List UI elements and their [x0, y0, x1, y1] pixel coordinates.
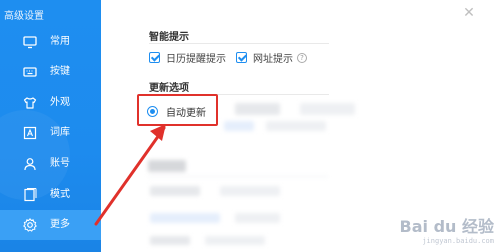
watermark: Bai du 经验 jingyan.baidu.com: [390, 206, 500, 252]
baidu-logo: Bai du 经验: [399, 217, 494, 236]
watermark-url: jingyan.baidu.com: [422, 237, 494, 245]
